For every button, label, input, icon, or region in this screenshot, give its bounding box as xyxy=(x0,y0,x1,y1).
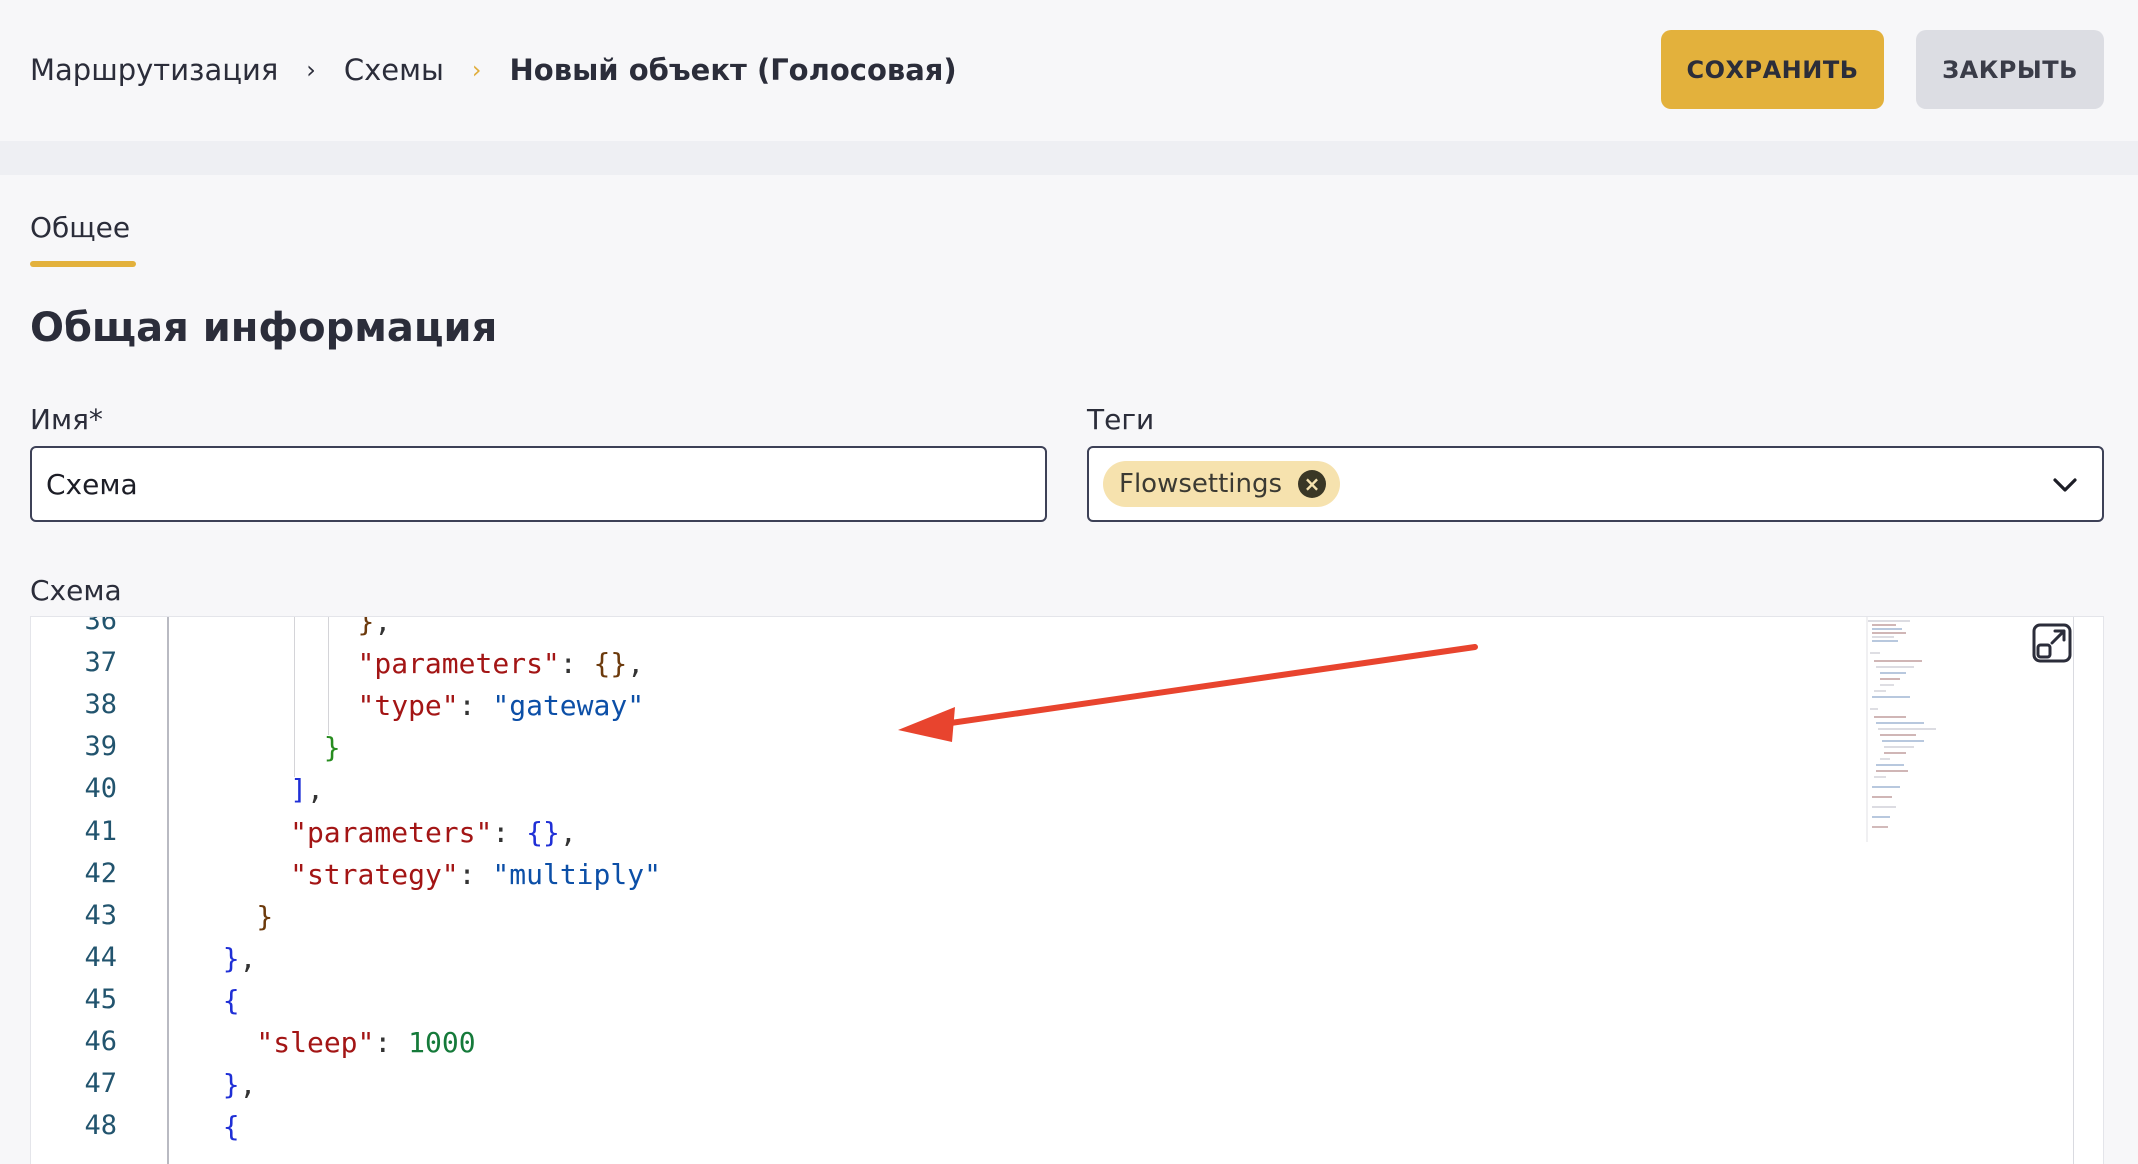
tags-label: Теги xyxy=(1087,403,1155,436)
line-number: 37 xyxy=(84,647,117,679)
line-number: 45 xyxy=(84,983,117,1015)
tab-active-indicator xyxy=(30,261,136,267)
code-token: } xyxy=(222,1068,240,1102)
code-line: "strategy": "multiply" xyxy=(290,858,661,891)
code-token: 1000 xyxy=(408,1026,476,1059)
code-token: , xyxy=(239,941,257,975)
code-token: : xyxy=(458,857,493,891)
section-title: Общая информация xyxy=(30,305,498,351)
line-number: 39 xyxy=(84,731,117,763)
code-line: }, xyxy=(223,1068,257,1101)
content-area: Общее Общая информация Имя* Схема Теги F… xyxy=(0,175,2138,1164)
line-number: 38 xyxy=(84,689,117,721)
code-line: { xyxy=(223,984,240,1017)
code-line: "parameters": {}, xyxy=(358,647,645,680)
code-token: "sleep" xyxy=(256,1026,375,1059)
save-button[interactable]: СОХРАНИТЬ xyxy=(1661,30,1884,109)
code-token: , xyxy=(306,773,324,807)
code-line: "sleep": 1000 xyxy=(256,1026,475,1059)
code-token: "type" xyxy=(357,689,459,723)
breadcrumb-item-routing[interactable]: Маршрутизация xyxy=(30,53,278,87)
code-token: { xyxy=(222,983,240,1017)
line-number: 46 xyxy=(84,1026,117,1057)
code-editor[interactable]: 36 37 38 39 40 41 42 43 44 45 46 47 48 }, "parameters… xyxy=(30,616,2104,1164)
code-token: : xyxy=(374,1026,409,1059)
line-number: 43 xyxy=(84,899,117,931)
code-token: } xyxy=(222,941,240,975)
line-number: 36 xyxy=(84,616,117,636)
breadcrumb-item-schemas[interactable]: Схемы xyxy=(344,53,444,87)
code-token: , xyxy=(374,616,392,638)
close-button[interactable]: ЗАКРЫТЬ xyxy=(1916,30,2104,109)
code-line: "parameters": {}, xyxy=(290,816,577,849)
line-number-gutter: 36 37 38 39 40 41 42 43 44 45 46 47 48 xyxy=(31,617,169,1164)
minimap[interactable] xyxy=(1866,617,2026,847)
code-token: , xyxy=(627,647,645,681)
code-token: : xyxy=(458,689,493,723)
code-token: } xyxy=(256,899,274,933)
tag-chip-label: Flowsettings xyxy=(1119,469,1283,499)
code-token: "multiply" xyxy=(492,857,661,891)
code-token: } xyxy=(323,731,341,765)
indent-guide xyxy=(294,617,296,778)
editor-scrollbar[interactable] xyxy=(2073,617,2074,1164)
tag-chip: Flowsettings × xyxy=(1103,461,1341,507)
name-input-value: Схема xyxy=(46,467,138,501)
code-token: { xyxy=(222,1110,240,1144)
code-line: ], xyxy=(290,773,324,806)
code-token: ] xyxy=(290,773,307,807)
indent-guide xyxy=(327,617,329,736)
code-line: { xyxy=(223,1110,240,1143)
name-label: Имя* xyxy=(30,403,103,436)
line-number: 42 xyxy=(84,857,117,889)
code-line: }, xyxy=(223,942,257,975)
code-line: } xyxy=(256,900,273,933)
code-token: {} xyxy=(526,815,560,849)
code-token: "parameters" xyxy=(357,647,560,681)
line-number: 40 xyxy=(84,773,117,805)
code-token: , xyxy=(559,815,577,849)
code-line: "type": "gateway" xyxy=(358,689,645,722)
code-token: } xyxy=(357,616,375,638)
tab-general[interactable]: Общее xyxy=(30,211,130,244)
breadcrumb-current: Новый объект (Голосовая) xyxy=(509,53,957,87)
chevron-right-icon: › xyxy=(306,56,316,84)
line-number: 48 xyxy=(84,1110,117,1142)
header-divider xyxy=(0,141,2138,175)
breadcrumb: Маршрутизация › Схемы › Новый объект (Го… xyxy=(30,48,957,92)
code-token: , xyxy=(239,1068,257,1102)
expand-icon[interactable] xyxy=(2030,621,2074,665)
code-line: }, xyxy=(357,616,392,638)
code-token: : xyxy=(492,815,527,849)
chevron-down-icon[interactable] xyxy=(2052,472,2078,498)
line-number: 44 xyxy=(84,941,117,973)
code-line: } xyxy=(324,731,341,764)
close-circle-icon[interactable]: × xyxy=(1298,470,1327,498)
tags-select[interactable]: Flowsettings × xyxy=(1087,446,2104,522)
code-token: "strategy" xyxy=(290,857,459,891)
top-bar: Маршрутизация › Схемы › Новый объект (Го… xyxy=(0,0,2138,141)
line-number: 47 xyxy=(84,1068,117,1100)
code-token: : xyxy=(559,647,594,681)
code-token: "gateway" xyxy=(492,689,645,723)
name-input[interactable]: Схема xyxy=(30,446,1047,522)
line-number: 41 xyxy=(84,815,117,847)
code-token: "parameters" xyxy=(290,815,493,849)
schema-label: Схема xyxy=(30,574,122,607)
code-token: {} xyxy=(593,647,628,681)
chevron-right-icon: › xyxy=(471,56,482,84)
